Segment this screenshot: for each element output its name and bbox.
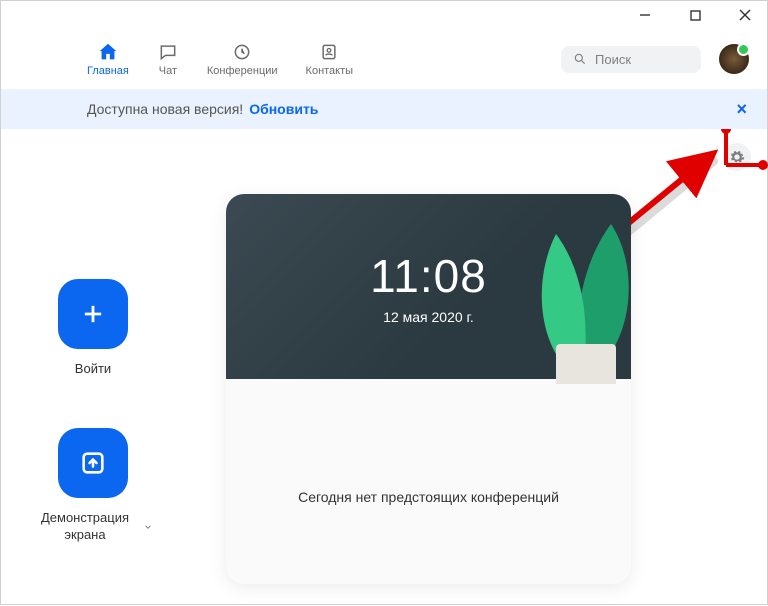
chat-icon <box>157 41 179 63</box>
tab-chat-label: Чат <box>159 65 177 77</box>
search-icon <box>573 52 587 66</box>
gear-icon <box>729 149 745 165</box>
banner-text: Доступна новая версия! <box>87 101 243 117</box>
plus-icon <box>79 300 107 328</box>
banner-update-link[interactable]: Обновить <box>249 101 318 117</box>
no-meetings-text: Сегодня нет предстоящих конференций <box>226 489 631 505</box>
tab-contacts-label: Контакты <box>306 65 354 77</box>
contacts-icon <box>318 41 340 63</box>
main-area: Войти Демонстрация экрана 11:08 12 мая 2… <box>1 129 767 606</box>
avatar[interactable] <box>719 44 749 74</box>
join-button[interactable] <box>58 279 128 349</box>
share-label: Демонстрация экрана <box>33 510 153 544</box>
close-button[interactable] <box>731 9 759 21</box>
share-action: Демонстрация экрана <box>33 428 153 544</box>
tab-home-label: Главная <box>87 65 129 77</box>
clock-time: 11:08 <box>370 249 487 303</box>
window-titlebar <box>1 1 767 29</box>
minimize-button[interactable] <box>631 9 659 21</box>
banner-close-icon[interactable]: × <box>736 99 747 120</box>
chevron-down-icon[interactable] <box>143 522 153 532</box>
home-icon <box>97 41 119 63</box>
tab-chat[interactable]: Чат <box>157 41 179 77</box>
search-input[interactable]: Поиск <box>561 46 701 73</box>
share-button[interactable] <box>58 428 128 498</box>
search-placeholder: Поиск <box>595 52 631 67</box>
tab-contacts[interactable]: Контакты <box>306 41 354 77</box>
schedule-card: 11:08 12 мая 2020 г. Сегодня нет предсто… <box>226 194 631 584</box>
clock-date: 12 мая 2020 г. <box>383 309 474 325</box>
join-action: Войти <box>33 279 153 378</box>
tab-meetings[interactable]: Конференции <box>207 41 278 77</box>
update-banner: Доступна новая версия! Обновить × <box>1 89 767 129</box>
maximize-button[interactable] <box>681 10 709 21</box>
card-header: 11:08 12 мая 2020 г. <box>226 194 631 379</box>
plant-decoration <box>521 194 631 384</box>
settings-button[interactable] <box>723 143 751 171</box>
tab-meetings-label: Конференции <box>207 65 278 77</box>
clock-icon <box>231 41 253 63</box>
share-label-text: Демонстрация экрана <box>33 510 137 544</box>
join-label: Войти <box>75 361 111 378</box>
tab-home[interactable]: Главная <box>87 41 129 77</box>
top-nav: Главная Чат Конференции Контакты Поиск <box>1 29 767 89</box>
share-up-icon <box>79 449 107 477</box>
